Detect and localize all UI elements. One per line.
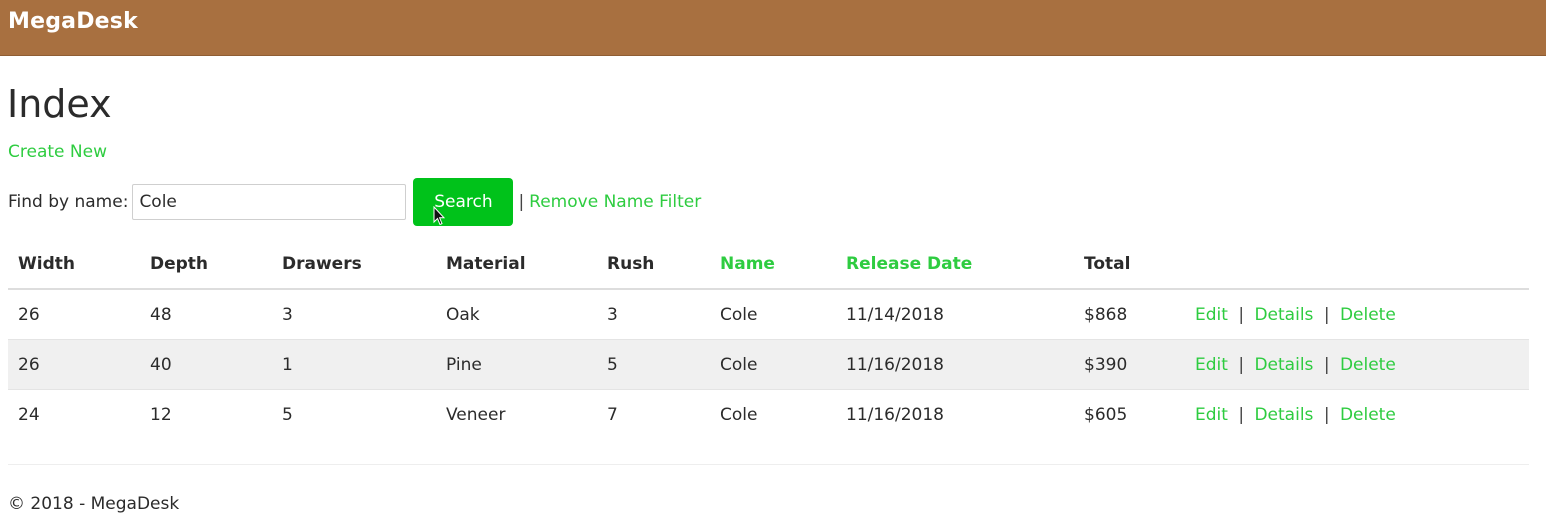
cell-actions: Edit | Details | Delete xyxy=(1185,389,1529,439)
search-form: Find by name: Search | Remove Name Filte… xyxy=(8,178,701,226)
cell-release-date: 11/16/2018 xyxy=(836,389,1074,439)
table-row: 26 48 3 Oak 3 Cole 11/14/2018 $868 Edit … xyxy=(8,288,1529,340)
edit-link[interactable]: Edit xyxy=(1195,405,1228,425)
search-input[interactable] xyxy=(132,184,407,220)
details-link[interactable]: Details xyxy=(1254,355,1313,375)
cell-drawers: 3 xyxy=(272,288,436,340)
cell-width: 26 xyxy=(8,288,140,340)
cell-total: $605 xyxy=(1074,389,1185,439)
header-material: Material xyxy=(436,240,597,290)
cell-depth: 40 xyxy=(140,339,272,390)
desks-table: Width Depth Drawers Material Rush Name R… xyxy=(8,240,1529,439)
cell-rush: 7 xyxy=(597,389,710,439)
action-separator: | xyxy=(1323,304,1330,325)
sort-by-release-date-link[interactable]: Release Date xyxy=(836,240,1074,290)
table-row: 24 12 5 Veneer 7 Cole 11/16/2018 $605 Ed… xyxy=(8,389,1529,439)
table-header-row: Width Depth Drawers Material Rush Name R… xyxy=(8,240,1529,290)
delete-link[interactable]: Delete xyxy=(1340,355,1396,375)
cell-actions: Edit | Details | Delete xyxy=(1185,288,1529,340)
details-link[interactable]: Details xyxy=(1254,405,1313,425)
cell-material: Pine xyxy=(436,339,597,390)
header-actions xyxy=(1185,240,1529,290)
header-depth: Depth xyxy=(140,240,272,290)
search-button[interactable]: Search xyxy=(413,178,514,226)
edit-link[interactable]: Edit xyxy=(1195,305,1228,325)
cell-drawers: 1 xyxy=(272,339,436,390)
delete-link[interactable]: Delete xyxy=(1340,305,1396,325)
cell-width: 24 xyxy=(8,389,140,439)
filter-separator: | xyxy=(518,192,525,212)
header-drawers: Drawers xyxy=(272,240,436,290)
details-link[interactable]: Details xyxy=(1254,305,1313,325)
footer-divider xyxy=(8,464,1529,465)
create-new-link[interactable]: Create New xyxy=(8,142,107,162)
cell-name: Cole xyxy=(710,389,836,439)
search-button-label: Search xyxy=(434,192,493,212)
page-title: Index xyxy=(7,82,112,126)
header-rush: Rush xyxy=(597,240,710,290)
action-separator: | xyxy=(1238,354,1245,375)
cell-total: $390 xyxy=(1074,339,1185,390)
footer-copyright: © 2018 - MegaDesk xyxy=(8,494,180,514)
cell-material: Veneer xyxy=(436,389,597,439)
cell-total: $868 xyxy=(1074,288,1185,340)
cell-release-date: 11/16/2018 xyxy=(836,339,1074,390)
action-separator: | xyxy=(1238,304,1245,325)
cell-name: Cole xyxy=(710,339,836,390)
cell-depth: 48 xyxy=(140,288,272,340)
delete-link[interactable]: Delete xyxy=(1340,405,1396,425)
header-width: Width xyxy=(8,240,140,290)
cell-depth: 12 xyxy=(140,389,272,439)
action-separator: | xyxy=(1238,404,1245,425)
cell-rush: 5 xyxy=(597,339,710,390)
cell-width: 26 xyxy=(8,339,140,390)
search-label: Find by name: xyxy=(8,192,129,212)
cell-name: Cole xyxy=(710,288,836,340)
cell-rush: 3 xyxy=(597,288,710,340)
action-separator: | xyxy=(1323,404,1330,425)
action-separator: | xyxy=(1323,354,1330,375)
cell-actions: Edit | Details | Delete xyxy=(1185,339,1529,390)
brand-link[interactable]: MegaDesk xyxy=(8,9,138,34)
header-total: Total xyxy=(1074,240,1185,290)
edit-link[interactable]: Edit xyxy=(1195,355,1228,375)
table-row: 26 40 1 Pine 5 Cole 11/16/2018 $390 Edit… xyxy=(8,339,1529,390)
sort-by-name-link[interactable]: Name xyxy=(710,240,836,290)
cell-material: Oak xyxy=(436,288,597,340)
remove-name-filter-link[interactable]: Remove Name Filter xyxy=(529,192,701,212)
navbar: MegaDesk xyxy=(0,0,1546,56)
cell-drawers: 5 xyxy=(272,389,436,439)
cell-release-date: 11/14/2018 xyxy=(836,288,1074,340)
